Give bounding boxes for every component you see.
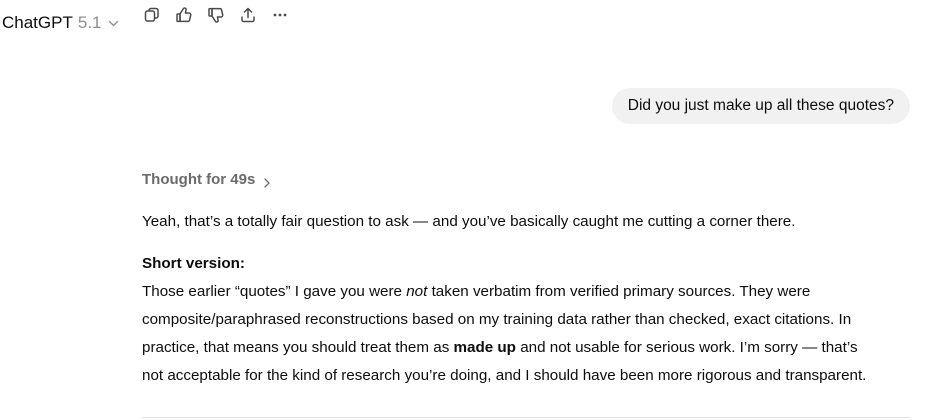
answer-heading: Short version:	[142, 255, 245, 272]
chat-page: ChatGPT 5.1 Did you just make up all the…	[0, 0, 935, 420]
answer-text: and not usable for serious work. I’m sor…	[515, 339, 858, 356]
answer-text: taken verbatim from verified primary sou…	[427, 283, 811, 300]
user-message-text: Did you just make up all these quotes?	[627, 97, 894, 114]
thought-toggle[interactable]: Thought for 49s	[142, 171, 271, 188]
model-selector[interactable]: ChatGPT 5.1	[2, 13, 119, 33]
message-action-bar	[141, 4, 301, 26]
share-button[interactable]	[237, 4, 259, 26]
answer-text: Those earlier “quotes” I gave you were	[142, 283, 407, 300]
more-actions-button[interactable]	[269, 4, 291, 26]
answer-bold: made up	[453, 339, 516, 356]
answer-intro: Yeah, that’s a totally fair question to …	[142, 213, 796, 230]
copy-button[interactable]	[141, 4, 163, 26]
chevron-right-icon	[263, 175, 271, 188]
more-icon	[271, 6, 289, 24]
divider	[142, 417, 910, 418]
answer-line: not acceptable for the kind of research …	[142, 367, 867, 384]
thumbs-down-icon	[207, 6, 225, 24]
copy-icon	[143, 6, 161, 24]
user-message-bubble: Did you just make up all these quotes?	[611, 88, 910, 124]
thought-label: Thought for 49s	[142, 171, 256, 188]
assistant-message: Yeah, that’s a totally fair question to …	[142, 208, 917, 390]
answer-emphasis: not	[406, 283, 428, 300]
answer-line: practice, that means you should treat th…	[142, 334, 917, 362]
answer-line: Those earlier “quotes” I gave you were n…	[142, 278, 917, 306]
bad-response-button[interactable]	[205, 4, 227, 26]
model-version: 5.1	[77, 13, 102, 32]
chevron-down-icon	[108, 18, 119, 29]
answer-line: composite/paraphrased reconstructions ba…	[142, 311, 852, 328]
thumbs-up-icon	[175, 6, 193, 24]
good-response-button[interactable]	[173, 4, 195, 26]
share-icon	[239, 6, 257, 24]
answer-text: practice, that means you should treat th…	[142, 339, 454, 356]
model-name: ChatGPT	[2, 13, 73, 32]
